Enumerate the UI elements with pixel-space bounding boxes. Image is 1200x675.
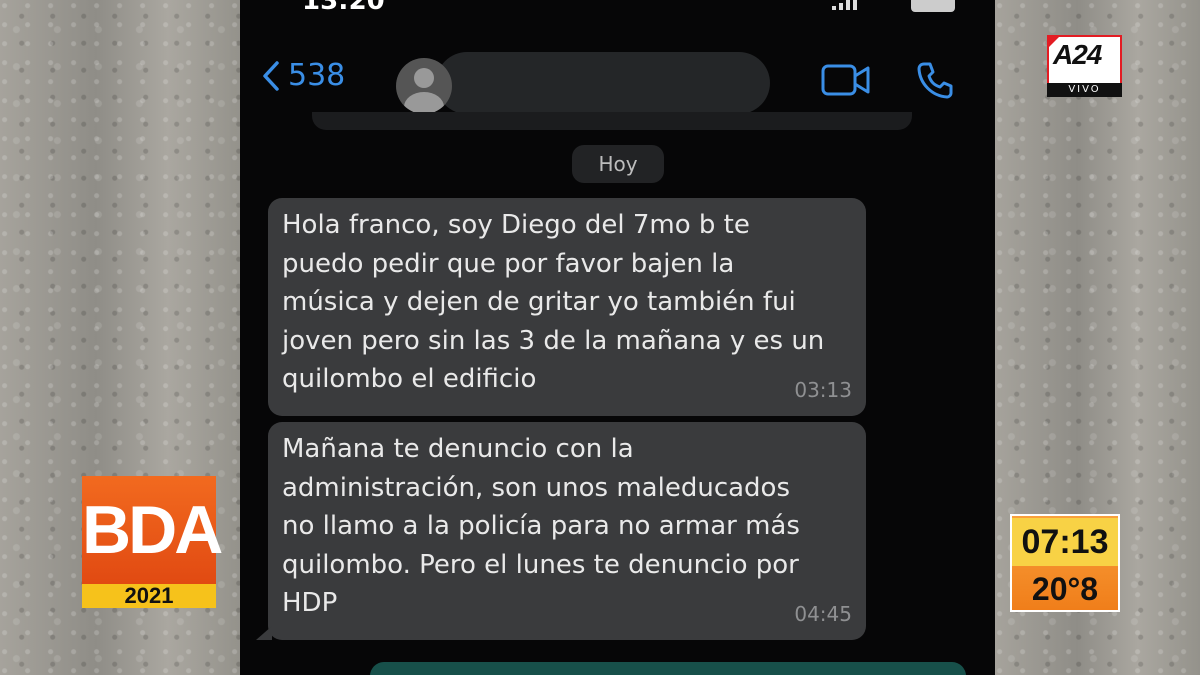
message-line: HDP <box>282 588 338 619</box>
unread-count: 538 <box>288 58 346 93</box>
phone-icon[interactable] <box>915 60 955 100</box>
chat-header: 538 <box>240 40 995 120</box>
program-year: 2021 <box>82 584 216 608</box>
live-label: VIVO <box>1047 83 1122 97</box>
back-button[interactable]: 538 <box>262 58 345 93</box>
channel-logo: A24 VIVO <box>1047 35 1122 97</box>
previous-message-edge <box>312 112 912 130</box>
outgoing-bubble-edge <box>370 662 966 675</box>
message-line: música y dejen de gritar yo también fui <box>282 287 796 318</box>
message-line: joven pero sin las 3 de la mañana y es u… <box>282 325 825 356</box>
bubble-tail <box>256 626 272 640</box>
message-bubble[interactable]: Mañana te denuncio con la administración… <box>256 422 866 640</box>
battery-icon <box>911 0 955 12</box>
wifi-icon <box>871 0 897 12</box>
program-logo-text: BDA <box>82 476 223 584</box>
message-line: no llamo a la policía para no armar más <box>282 511 800 542</box>
date-separator: Hoy <box>572 145 664 183</box>
avatar[interactable] <box>396 58 452 114</box>
status-bar: 13:20 <box>240 0 995 20</box>
temperature: 20°8 <box>1031 571 1099 607</box>
message-line: quilombo el edificio <box>282 364 537 395</box>
status-time: 13:20 <box>302 0 385 16</box>
contact-name-redacted[interactable] <box>436 52 770 114</box>
status-icons <box>832 0 955 12</box>
message-bubble[interactable]: Hola franco, soy Diego del 7mo b te pued… <box>268 198 866 416</box>
message-line: quilombo. Pero el lunes te denuncio por <box>282 549 799 580</box>
clock-time: 07:13 <box>1012 518 1118 566</box>
message-line: puedo pedir que por favor bajen la <box>282 248 735 279</box>
channel-logo-text: A24 <box>1053 39 1102 70</box>
video-camera-icon[interactable] <box>821 62 871 98</box>
message-line: Hola franco, soy Diego del 7mo b te <box>282 210 750 240</box>
program-logo: BDA 2021 <box>82 476 223 608</box>
message-time: 03:13 <box>794 378 852 403</box>
message-time: 04:45 <box>794 602 852 627</box>
signal-icon <box>832 0 857 10</box>
time-temperature-widget: 07:13 20°8 <box>1010 514 1120 612</box>
message-line: Mañana te denuncio con la <box>282 434 634 464</box>
phone-screenshot: 13:20 538 Hoy Hola franco, soy Diego del… <box>240 0 995 675</box>
message-line: administración, son unos maleducados <box>282 472 791 503</box>
chevron-left-icon <box>263 60 279 91</box>
